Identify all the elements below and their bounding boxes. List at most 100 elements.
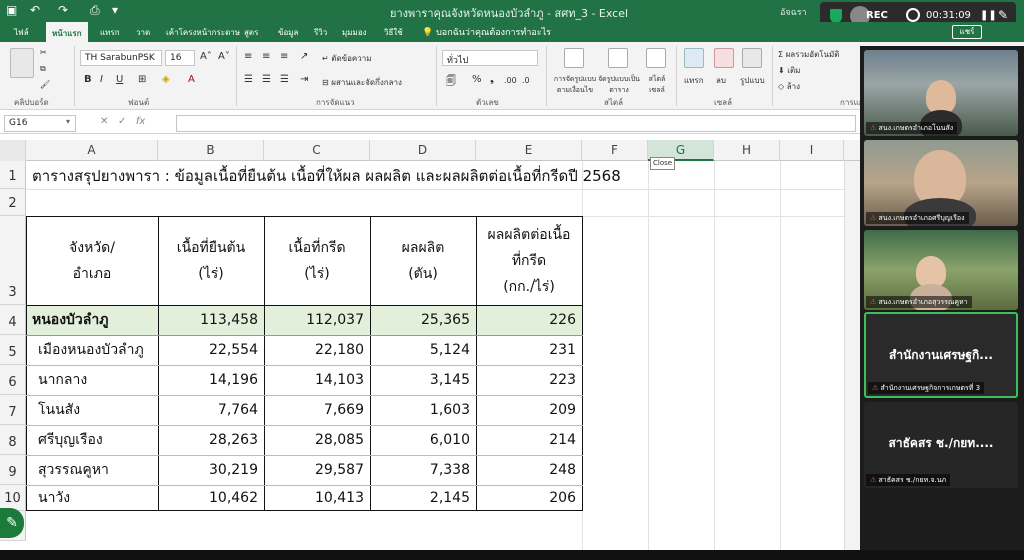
fill-button[interactable]: ⬇ เติม <box>778 64 800 77</box>
align-middle-icon[interactable]: ≡ <box>262 51 270 62</box>
autosum-button[interactable]: Σ ผลรวมอัตโนมัติ <box>778 48 840 61</box>
increase-decimal-icon[interactable]: .00 <box>504 76 517 85</box>
insert-cells-label[interactable]: แทรก <box>684 74 704 87</box>
wrap-text-button[interactable]: ↵ ตัดข้อความ <box>322 52 372 65</box>
table-cell[interactable]: 223 <box>476 365 582 395</box>
table-cell[interactable]: 1,603 <box>370 395 476 425</box>
participant-tile[interactable]: ⚠ สนง.เกษตรอำเภอสุวรรณคูหา <box>864 230 1018 310</box>
column-header[interactable]: I <box>780 140 844 161</box>
row-header[interactable]: 9 <box>0 455 26 485</box>
table-cell[interactable]: 28,263 <box>158 425 264 455</box>
table-cell[interactable]: 14,103 <box>264 365 370 395</box>
column-header[interactable]: B <box>158 140 264 161</box>
row-header[interactable]: 1 <box>0 161 26 189</box>
tab-draw[interactable]: วาด <box>136 26 150 39</box>
tab-view[interactable]: มุมมอง <box>342 26 367 39</box>
vertical-scrollbar[interactable] <box>844 161 860 560</box>
table-cell[interactable]: 14,196 <box>158 365 264 395</box>
table-cell[interactable]: 209 <box>476 395 582 425</box>
table-cell[interactable]: 3,145 <box>370 365 476 395</box>
column-header[interactable]: E <box>476 140 582 161</box>
redo-icon[interactable]: ↷ <box>58 3 68 17</box>
table-cell[interactable]: โนนสัง <box>26 395 158 425</box>
align-right-icon[interactable]: ☰ <box>280 74 289 85</box>
header-province[interactable]: จังหวัด/อำเภอ <box>26 216 158 305</box>
shrink-font-icon[interactable]: A˅ <box>218 51 230 62</box>
table-cell[interactable]: 7,669 <box>264 395 370 425</box>
table-cell[interactable]: 30,219 <box>158 455 264 485</box>
participant-tile[interactable]: ⚠ สนง.เกษตรอำเภอศรีบุญเรือง <box>864 140 1018 226</box>
column-header[interactable]: A <box>26 140 158 161</box>
pause-icon[interactable]: ❚❚ <box>980 10 997 21</box>
table-cell[interactable]: 10,462 <box>158 485 264 511</box>
tab-data[interactable]: ข้อมูล <box>278 26 298 39</box>
table-cell[interactable]: 10,413 <box>264 485 370 511</box>
format-painter-icon[interactable]: 🖌 <box>40 80 50 89</box>
accounting-format-icon[interactable]: 🗐 <box>446 74 456 91</box>
delete-cells-icon[interactable] <box>714 48 734 68</box>
user-name[interactable]: อัจฉรา <box>780 5 807 19</box>
format-as-table-label[interactable]: จัดรูปแบบเป็นตาราง <box>598 74 640 96</box>
participant-tile[interactable]: ⚠ สนง.เกษตรอำเภอโนนสัง <box>864 50 1018 136</box>
table-cell[interactable]: 22,180 <box>264 335 370 365</box>
delete-cells-label[interactable]: ลบ <box>716 74 726 87</box>
table-cell[interactable]: 206 <box>476 485 582 511</box>
align-bottom-icon[interactable]: ≡ <box>280 51 288 62</box>
fill-color-icon[interactable]: ◈ <box>162 74 170 85</box>
format-cells-icon[interactable] <box>742 48 762 68</box>
table-cell[interactable]: 7,764 <box>158 395 264 425</box>
row-header[interactable]: 8 <box>0 425 26 455</box>
name-box-dropdown-icon[interactable]: ▾ <box>66 117 70 126</box>
column-header[interactable]: C <box>264 140 370 161</box>
clear-button[interactable]: ◇ ล้าง <box>778 80 800 93</box>
participant-tile[interactable]: สาธัคสร ช./กยท.... ⚠ สาธัคสร ช./กยท.จ.นภ <box>864 402 1018 488</box>
orientation-icon[interactable]: ↗ <box>300 51 308 62</box>
insert-cells-icon[interactable] <box>684 48 704 68</box>
table-cell[interactable]: 2,145 <box>370 485 476 511</box>
undo-icon[interactable]: ↶ <box>30 3 40 17</box>
row-header[interactable]: 5 <box>0 335 26 365</box>
table-cell[interactable]: 25,365 <box>370 305 476 335</box>
copy-icon[interactable]: ⧉ <box>40 64 46 74</box>
tab-home[interactable]: หน้าแรก <box>46 22 88 42</box>
table-cell[interactable]: 22,554 <box>158 335 264 365</box>
table-cell[interactable]: 29,587 <box>264 455 370 485</box>
table-cell[interactable]: สุวรรณคูหา <box>26 455 158 485</box>
column-header[interactable]: F <box>582 140 648 161</box>
table-cell[interactable]: หนองบัวลำภู <box>26 305 158 335</box>
formula-input[interactable] <box>176 115 856 132</box>
insert-function-icon[interactable]: fx <box>136 116 145 127</box>
column-header[interactable]: D <box>370 140 476 161</box>
font-color-icon[interactable]: A <box>188 74 195 85</box>
row-header[interactable]: 7 <box>0 395 26 425</box>
row-header[interactable]: 6 <box>0 365 26 395</box>
tab-formulas[interactable]: สูตร <box>244 26 258 39</box>
tab-file[interactable]: ไฟล์ <box>14 26 29 39</box>
merge-center-button[interactable]: ⊟ ผสานและจัดกึ่งกลาง <box>322 76 402 89</box>
tab-help[interactable]: วิธีใช้ <box>384 26 403 39</box>
tab-insert[interactable]: แทรก <box>100 26 120 39</box>
annotate-pen-icon[interactable]: ✎ <box>998 8 1008 22</box>
table-cell[interactable]: นาวัง <box>26 485 158 511</box>
font-name-combo[interactable]: TH SarabunPSK <box>80 50 162 66</box>
align-top-icon[interactable]: ≡ <box>244 51 252 62</box>
save-icon[interactable]: ▣ <box>6 3 17 17</box>
customize-qat-icon[interactable]: ▾ <box>112 3 118 17</box>
indent-icon[interactable]: ⇥ <box>300 74 308 85</box>
share-button[interactable]: แชร์ <box>952 25 982 39</box>
enter-icon[interactable]: ✓ <box>118 116 126 127</box>
align-left-icon[interactable]: ☰ <box>244 74 253 85</box>
column-header[interactable]: H <box>714 140 780 161</box>
table-cell[interactable]: 6,010 <box>370 425 476 455</box>
align-center-icon[interactable]: ☰ <box>262 74 271 85</box>
borders-icon[interactable]: ⊞ <box>138 74 146 85</box>
table-cell[interactable]: เมืองหนองบัวลำภู <box>26 335 158 365</box>
conditional-format-icon[interactable] <box>564 48 584 68</box>
font-size-combo[interactable]: 16 <box>165 50 195 66</box>
table-cell[interactable]: 5,124 <box>370 335 476 365</box>
table-cell[interactable]: 113,458 <box>158 305 264 335</box>
tell-me-search[interactable]: 💡 บอกฉันว่าคุณต้องการทำอะไร <box>422 25 551 39</box>
table-cell[interactable]: นากลาง <box>26 365 158 395</box>
table-cell[interactable]: 214 <box>476 425 582 455</box>
row-header[interactable]: 4 <box>0 305 26 335</box>
